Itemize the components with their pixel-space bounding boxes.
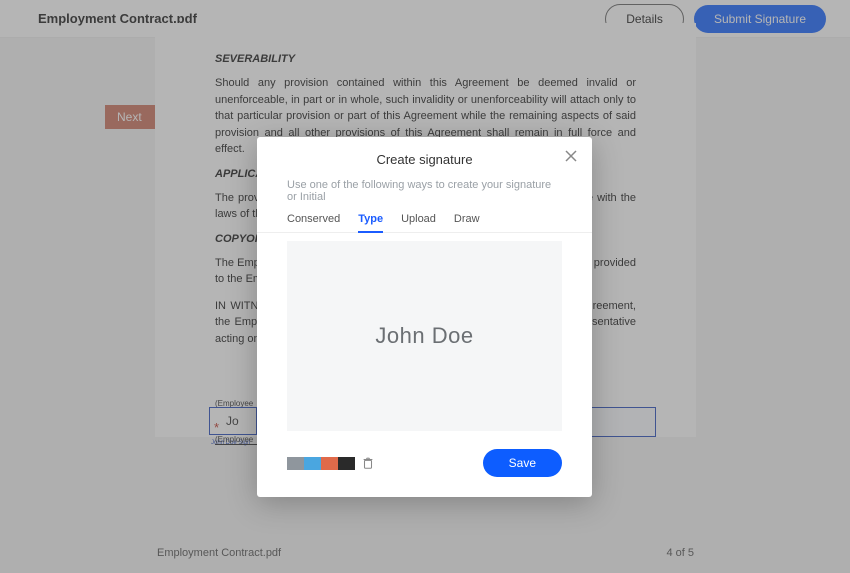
color-swatches [287,457,355,470]
tab-upload[interactable]: Upload [401,213,436,232]
color-swatch-gray[interactable] [287,457,304,470]
modal-footer: Save [257,431,592,477]
save-button[interactable]: Save [483,449,562,477]
signature-canvas[interactable]: John Doe [287,241,562,431]
create-signature-modal: Create signature Use one of the followin… [257,137,592,497]
tab-type[interactable]: Type [358,213,383,233]
modal-tabs: Conserved Type Upload Draw [257,213,592,233]
trash-icon[interactable] [361,456,375,470]
tab-conserved[interactable]: Conserved [287,213,340,232]
signature-preview-text: John Doe [375,323,473,349]
color-swatch-blue[interactable] [304,457,321,470]
color-swatch-black[interactable] [338,457,355,470]
close-icon[interactable] [564,149,578,163]
modal-header: Create signature [257,137,592,175]
modal-subtitle: Use one of the following ways to create … [257,175,592,213]
color-swatch-orange[interactable] [321,457,338,470]
modal-title: Create signature [376,152,472,167]
tab-draw[interactable]: Draw [454,213,480,232]
